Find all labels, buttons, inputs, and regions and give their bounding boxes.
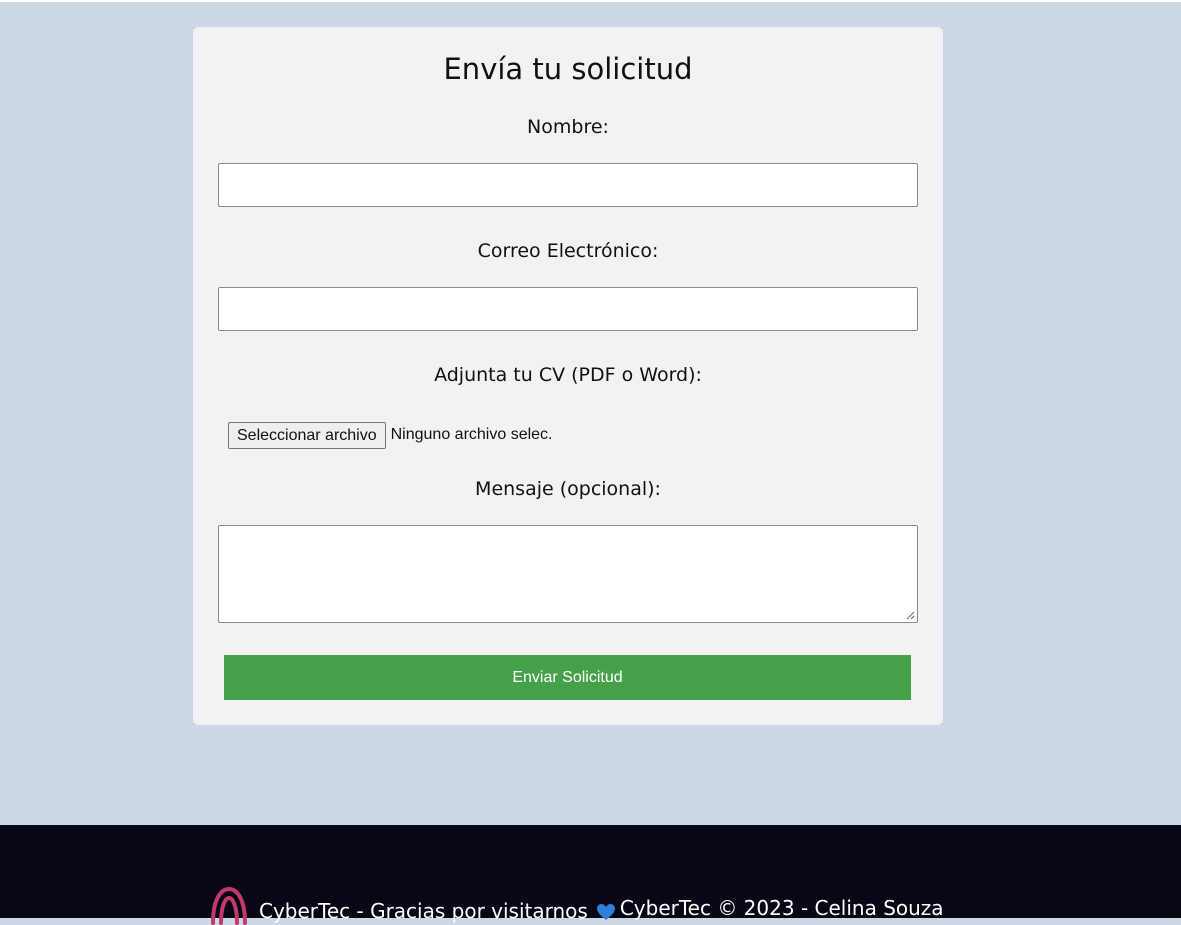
file-picker: Seleccionar archivo Ninguno archivo sele… <box>228 421 553 449</box>
footer-thanks-text: CyberTec - Gracias por visitarnos <box>259 899 588 923</box>
footer: CyberTec - Gracias por visitarnos CyberT… <box>0 825 1181 925</box>
message-label: Mensaje (opcional): <box>475 478 661 500</box>
footer-copyright-text: CyberTec © 2023 - Celina Souza <box>619 896 944 920</box>
select-file-button[interactable]: Seleccionar archivo <box>228 421 386 449</box>
footer-content: CyberTec - Gracias por visitarnos CyberT… <box>209 883 944 925</box>
name-label: Nombre: <box>527 116 609 138</box>
cv-label: Adjunta tu CV (PDF o Word): <box>434 364 702 386</box>
message-textarea[interactable] <box>218 525 918 623</box>
form-title: Envía tu solicitud <box>443 52 693 86</box>
top-border <box>0 0 1181 2</box>
file-status: Ninguno archivo selec. <box>390 426 553 443</box>
resize-grip-icon[interactable] <box>905 610 915 620</box>
submit-button[interactable]: Enviar Solicitud <box>224 655 911 700</box>
name-input[interactable] <box>218 163 918 207</box>
application-form: Envía tu solicitud Nombre: Correo Electr… <box>193 27 943 725</box>
email-label: Correo Electrónico: <box>477 240 659 262</box>
blue-heart-icon <box>596 904 615 920</box>
email-input[interactable] <box>218 287 918 331</box>
arch-logo-icon <box>211 886 247 925</box>
